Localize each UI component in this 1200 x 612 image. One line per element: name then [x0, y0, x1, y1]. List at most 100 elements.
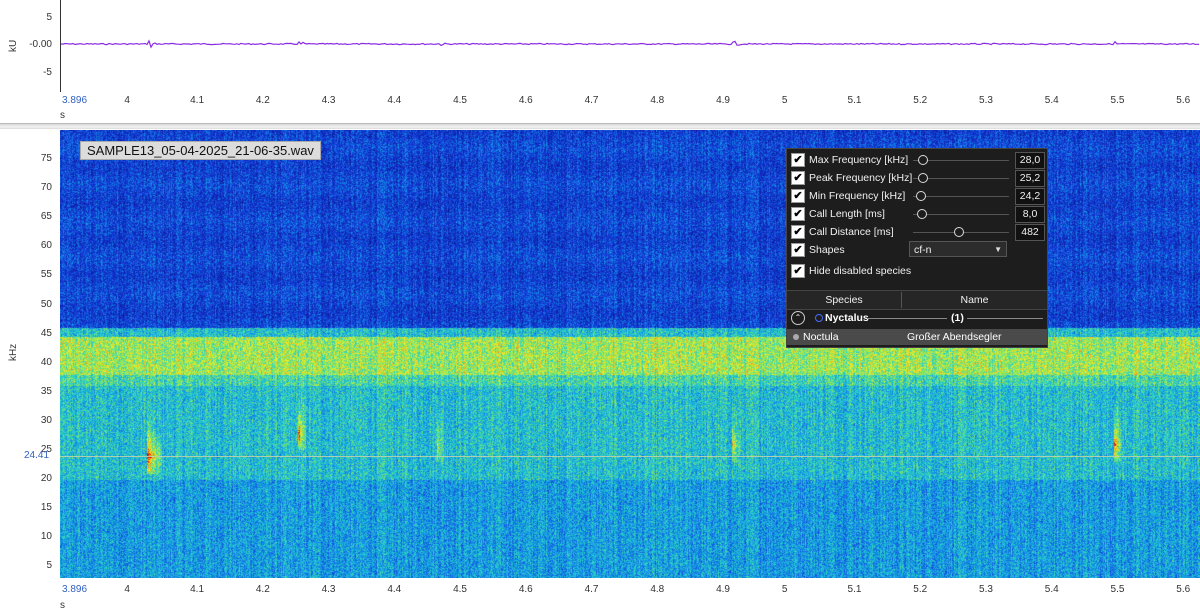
frequency-tick: 10 — [40, 531, 52, 543]
species-group-row[interactable]: ⌃ Nyctalus (1) — [787, 309, 1047, 327]
shapes-dropdown-value: cf-n — [914, 244, 932, 256]
waveform-time-tick: 4.6 — [518, 95, 533, 106]
parameter-label: Call Length [ms] — [809, 208, 885, 220]
column-header-name[interactable]: Name — [902, 294, 1047, 306]
species-status-dot — [793, 334, 799, 340]
spectrogram-time-tick: 4.9 — [716, 584, 730, 595]
frequency-tick: 75 — [40, 153, 52, 165]
group-count: (1) — [951, 312, 964, 324]
frequency-marker-line[interactable] — [60, 456, 1200, 457]
frequency-tick: 50 — [40, 298, 52, 310]
parameter-value-field[interactable]: 8,0 — [1015, 206, 1045, 223]
waveform-time-tick: 5.5 — [1110, 95, 1125, 106]
parameter-checkbox[interactable]: ✔ — [791, 225, 805, 239]
frequency-tick: 65 — [40, 211, 52, 223]
spectrogram-time-tick: 4.8 — [650, 584, 665, 595]
species-name: Noctula — [803, 331, 839, 343]
parameter-slider-handle[interactable] — [915, 191, 926, 201]
frequency-marker-label: 24.41 — [24, 450, 50, 461]
hide-disabled-label: Hide disabled species — [809, 265, 912, 277]
spectrogram-time-tick: 5.2 — [913, 584, 928, 595]
parameter-row: ✔ Call Distance [ms] 482 — [789, 223, 1045, 241]
spectrogram-time-tick: 4.5 — [453, 584, 467, 595]
spectrogram-time-tick: 4.2 — [255, 584, 270, 595]
waveform-plot[interactable] — [60, 0, 1200, 92]
frequency-tick: 45 — [40, 327, 52, 339]
waveform-y-tick: 5 — [46, 12, 52, 23]
parameter-label: Peak Frequency [kHz] — [809, 172, 913, 184]
waveform-time-tick: 4.1 — [190, 95, 205, 106]
waveform-time-tick: 4.8 — [650, 95, 665, 106]
shapes-row: ✔ Shapes cf-n ▼ — [789, 241, 1045, 259]
spectrogram-time-tick: 4.7 — [584, 584, 599, 595]
parameter-label: Call Distance [ms] — [809, 226, 894, 238]
hide-disabled-checkbox[interactable]: ✔ — [791, 264, 805, 278]
waveform-time-tick: 5.1 — [847, 95, 862, 106]
hide-disabled-row: ✔ Hide disabled species — [789, 262, 1045, 280]
parameter-slider-track[interactable] — [913, 214, 1009, 215]
shapes-checkbox[interactable]: ✔ — [791, 243, 805, 257]
parameter-label: Min Frequency [kHz] — [809, 190, 906, 202]
parameter-slider-handle[interactable] — [953, 227, 964, 237]
file-name-label: SAMPLE13_05-04-2025_21-06-35.wav — [80, 141, 321, 160]
spectrogram-time-tick: 5.1 — [847, 584, 862, 595]
spectrogram-time-tick: 4.4 — [387, 584, 402, 595]
parameter-checkbox[interactable]: ✔ — [791, 189, 805, 203]
parameter-slider-handle[interactable] — [918, 155, 929, 165]
parameter-checkbox[interactable]: ✔ — [791, 153, 805, 167]
waveform-trace — [60, 39, 1200, 49]
waveform-time-tick: 5 — [781, 95, 788, 106]
spectrogram-y-unit: kHz — [8, 343, 19, 361]
spectrogram-time-tick: 5.6 — [1176, 584, 1191, 595]
frequency-tick: 20 — [40, 473, 52, 485]
spectrogram-time-tick: 5.5 — [1110, 584, 1125, 595]
waveform-y-tick: -0.00 — [29, 39, 52, 50]
spectrogram-time-start-label: 3.896 — [62, 584, 88, 595]
waveform-time-tick: 4 — [124, 95, 130, 106]
column-header-species[interactable]: Species — [787, 294, 901, 306]
frequency-tick: 5 — [46, 560, 52, 572]
frequency-tick: 60 — [40, 240, 52, 252]
parameter-value-field[interactable]: 25,2 — [1015, 170, 1045, 187]
frequency-tick: 15 — [40, 502, 52, 514]
waveform-x-unit: s — [60, 110, 65, 121]
parameter-value-field[interactable]: 482 — [1015, 224, 1045, 241]
frequency-tick: 30 — [40, 414, 52, 426]
species-table-header: Species Name — [787, 290, 1047, 310]
parameter-value-field[interactable]: 24,2 — [1015, 188, 1045, 205]
parameter-slider-handle[interactable] — [917, 173, 928, 183]
group-status-dot — [815, 314, 823, 322]
species-row[interactable]: Noctula Großer Abendsegler — [787, 329, 1047, 345]
spectrogram-time-tick: 4 — [124, 584, 130, 595]
waveform-time-tick: 4.2 — [255, 95, 270, 106]
waveform-y-tick: -5 — [43, 67, 52, 78]
parameter-checkbox[interactable]: ✔ — [791, 171, 805, 185]
parameter-label: Max Frequency [kHz] — [809, 154, 909, 166]
group-divider — [867, 318, 947, 319]
waveform-time-tick: 5.3 — [979, 95, 993, 106]
frequency-tick: 55 — [40, 269, 52, 281]
waveform-time-tick: 5.4 — [1044, 95, 1059, 106]
spectrogram-x-unit: s — [60, 600, 65, 611]
waveform-time-tick: 4.7 — [584, 95, 599, 106]
collapse-icon[interactable]: ⌃ — [791, 311, 805, 325]
species-filter-panel: ✔ Max Frequency [kHz] 28,0 ✔ Peak Frequency … — [786, 148, 1048, 348]
spectrogram-time-tick: 5.4 — [1044, 584, 1059, 595]
waveform-time-tick: 4.5 — [453, 95, 467, 106]
parameter-slider-handle[interactable] — [916, 209, 927, 219]
frequency-tick: 35 — [40, 385, 52, 397]
parameter-row: ✔ Call Length [ms] 8,0 — [789, 205, 1045, 223]
frequency-tick: 70 — [40, 182, 52, 194]
spectrogram-time-tick: 4.3 — [321, 584, 336, 595]
waveform-time-start-label: 3.896 — [62, 95, 88, 106]
group-divider — [967, 318, 1043, 319]
shapes-dropdown[interactable]: cf-n ▼ — [909, 241, 1007, 257]
parameter-row: ✔ Min Frequency [kHz] 24,2 — [789, 187, 1045, 205]
chevron-down-icon: ▼ — [994, 245, 1002, 254]
species-common-name: Großer Abendsegler — [907, 331, 1002, 343]
parameter-checkbox[interactable]: ✔ — [791, 207, 805, 221]
parameter-value-field[interactable]: 28,0 — [1015, 152, 1045, 169]
spectrogram-time-tick: 4.1 — [190, 584, 205, 595]
parameter-slider-track[interactable] — [913, 196, 1009, 197]
waveform-time-tick: 4.3 — [321, 95, 336, 106]
